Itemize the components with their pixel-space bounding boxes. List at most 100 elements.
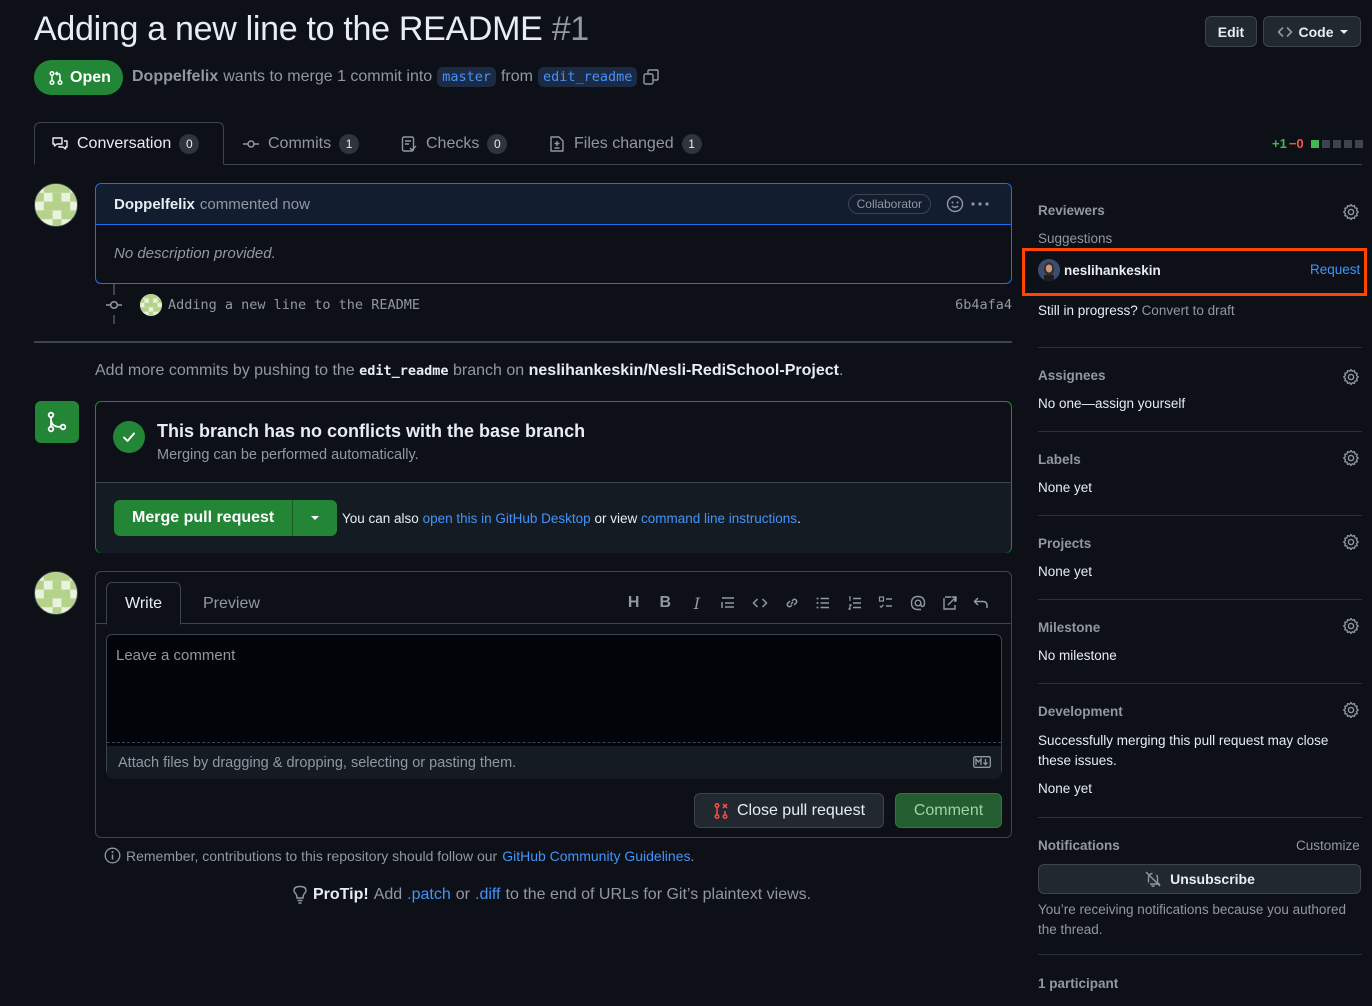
page-title: Adding a new line to the README #1 <box>34 10 589 49</box>
commit-message[interactable]: Adding a new line to the README <box>168 297 420 313</box>
gear-icon[interactable] <box>1342 701 1360 719</box>
assignees-value[interactable]: No one—assign yourself <box>1038 396 1185 411</box>
from-text: from <box>500 68 533 85</box>
commit-sha[interactable]: 6b4afa4 <box>955 297 1012 313</box>
comment-button[interactable]: Comment <box>895 793 1002 828</box>
repo-link[interactable]: neslihankeskin/Nesli-RediSchool-Project <box>529 362 839 379</box>
gear-icon[interactable] <box>1342 368 1360 386</box>
gear-icon[interactable] <box>1342 617 1360 635</box>
gear-icon[interactable] <box>1342 533 1360 551</box>
base-branch[interactable]: master <box>437 67 496 87</box>
tab-counter: 1 <box>339 133 360 154</box>
convert-to-draft-link[interactable]: Convert to draft <box>1142 303 1235 318</box>
diffstat-block <box>1321 139 1330 148</box>
ordered-list-icon[interactable] <box>839 592 871 614</box>
merge-options-dropdown[interactable] <box>293 500 337 536</box>
deletions-count: −0 <box>1288 136 1304 151</box>
tab-write[interactable]: Write <box>106 582 182 625</box>
customize-link[interactable]: Customize <box>1296 838 1360 853</box>
markdown-toolbar: H B I <box>618 592 997 614</box>
caret-down-icon <box>1339 28 1348 36</box>
close-pull-request-label: Close pull request <box>736 801 866 819</box>
development-heading[interactable]: Development <box>1038 704 1123 719</box>
tab-checks[interactable]: Checks 0 <box>384 122 523 165</box>
development-note: Successfully merging this pull request m… <box>1038 733 1329 768</box>
tab-counter: 1 <box>681 133 702 154</box>
status-label: Open <box>70 68 111 86</box>
edit-label: Edit <box>1217 23 1245 40</box>
copy-icon[interactable] <box>642 68 660 86</box>
diffstat: +1 −0 <box>1272 136 1363 151</box>
kebab-horizontal-icon[interactable] <box>971 202 989 206</box>
push-hint-text: . <box>838 362 844 379</box>
pr-title: Adding a new line to the README <box>34 10 543 48</box>
heading-icon[interactable]: H <box>618 592 650 614</box>
tab-preview[interactable]: Preview <box>185 582 278 625</box>
github-desktop-link[interactable]: open this in GitHub Desktop <box>423 511 591 526</box>
mention-icon[interactable] <box>902 592 934 614</box>
unordered-list-icon[interactable] <box>807 592 839 614</box>
diffstat-block <box>1354 139 1363 148</box>
check-icon <box>113 421 145 453</box>
protip-text: or <box>455 886 470 903</box>
command-line-link[interactable]: command line instructions <box>641 511 797 526</box>
suggestions-label: Suggestions <box>1038 231 1113 246</box>
smiley-icon[interactable] <box>946 195 964 213</box>
assignees-heading[interactable]: Assignees <box>1038 368 1106 383</box>
merge-hint-text: or view <box>594 511 638 526</box>
patch-link[interactable]: .patch <box>407 886 451 904</box>
diff-link[interactable]: .diff <box>475 886 501 904</box>
markdown-icon[interactable] <box>973 756 991 768</box>
push-hint: Add more commits by pushing to the edit_… <box>95 362 843 380</box>
comment-form: Write Preview H B I Attach files by drag… <box>95 571 1012 838</box>
pull-request-icon <box>48 70 64 86</box>
close-pull-request-button[interactable]: Close pull request <box>694 793 884 828</box>
push-hint-branch: edit_readme <box>359 363 449 379</box>
comment-header: Doppelfelix commented now Collaborator <box>96 184 1011 225</box>
gear-icon[interactable] <box>1342 449 1360 467</box>
community-guidelines-link[interactable]: GitHub Community Guidelines <box>502 848 690 864</box>
unsubscribe-button[interactable]: Unsubscribe <box>1038 864 1361 894</box>
comment-textarea[interactable] <box>107 635 1001 743</box>
comment-author[interactable]: Doppelfelix <box>114 196 195 213</box>
italic-icon[interactable]: I <box>681 592 713 614</box>
sidebar-divider <box>1038 954 1362 955</box>
tab-conversation[interactable]: Conversation 0 <box>34 122 224 165</box>
diffstat-block <box>1332 139 1341 148</box>
author-link[interactable]: Doppelfelix <box>132 68 218 86</box>
merge-button[interactable]: Merge pull request <box>114 500 294 536</box>
merge-box: This branch has no conflicts with the ba… <box>95 401 1012 553</box>
labels-heading[interactable]: Labels <box>1038 452 1081 467</box>
task-list-icon[interactable] <box>871 592 903 614</box>
comment-discussion-icon <box>51 135 69 153</box>
commit-avatar[interactable] <box>140 294 162 316</box>
labels-value: None yet <box>1038 480 1093 495</box>
guidelines-text: . <box>690 847 695 864</box>
link-icon[interactable] <box>776 592 808 614</box>
reviewers-heading[interactable]: Reviewers <box>1038 203 1105 218</box>
projects-value: None yet <box>1038 564 1093 579</box>
edit-button[interactable]: Edit <box>1205 16 1257 47</box>
tab-counter: 0 <box>179 133 200 154</box>
sidebar-divider <box>1038 817 1362 818</box>
tab-files-changed[interactable]: Files changed 1 <box>532 122 718 165</box>
gear-icon[interactable] <box>1342 203 1360 221</box>
unsubscribe-label: Unsubscribe <box>1170 871 1255 887</box>
projects-heading[interactable]: Projects <box>1038 536 1091 551</box>
tab-commits[interactable]: Commits 1 <box>226 122 375 165</box>
quote-icon[interactable] <box>713 592 745 614</box>
push-hint-text: branch on <box>453 362 525 379</box>
milestone-heading[interactable]: Milestone <box>1038 620 1100 635</box>
attach-files-bar[interactable]: Attach files by dragging & dropping, sel… <box>107 746 1001 779</box>
undo-icon[interactable] <box>965 592 997 614</box>
head-branch[interactable]: edit_readme <box>537 67 638 87</box>
avatar[interactable] <box>34 571 78 615</box>
code-button[interactable]: Code <box>1263 16 1361 47</box>
commit-icon <box>242 135 260 153</box>
pull-request-closed-icon <box>713 802 729 820</box>
avatar[interactable] <box>34 183 78 227</box>
reference-icon[interactable] <box>934 592 966 614</box>
commit-row: Adding a new line to the README 6b4afa4 <box>104 293 1012 317</box>
bold-icon[interactable]: B <box>649 592 681 614</box>
code-icon[interactable] <box>744 592 776 614</box>
